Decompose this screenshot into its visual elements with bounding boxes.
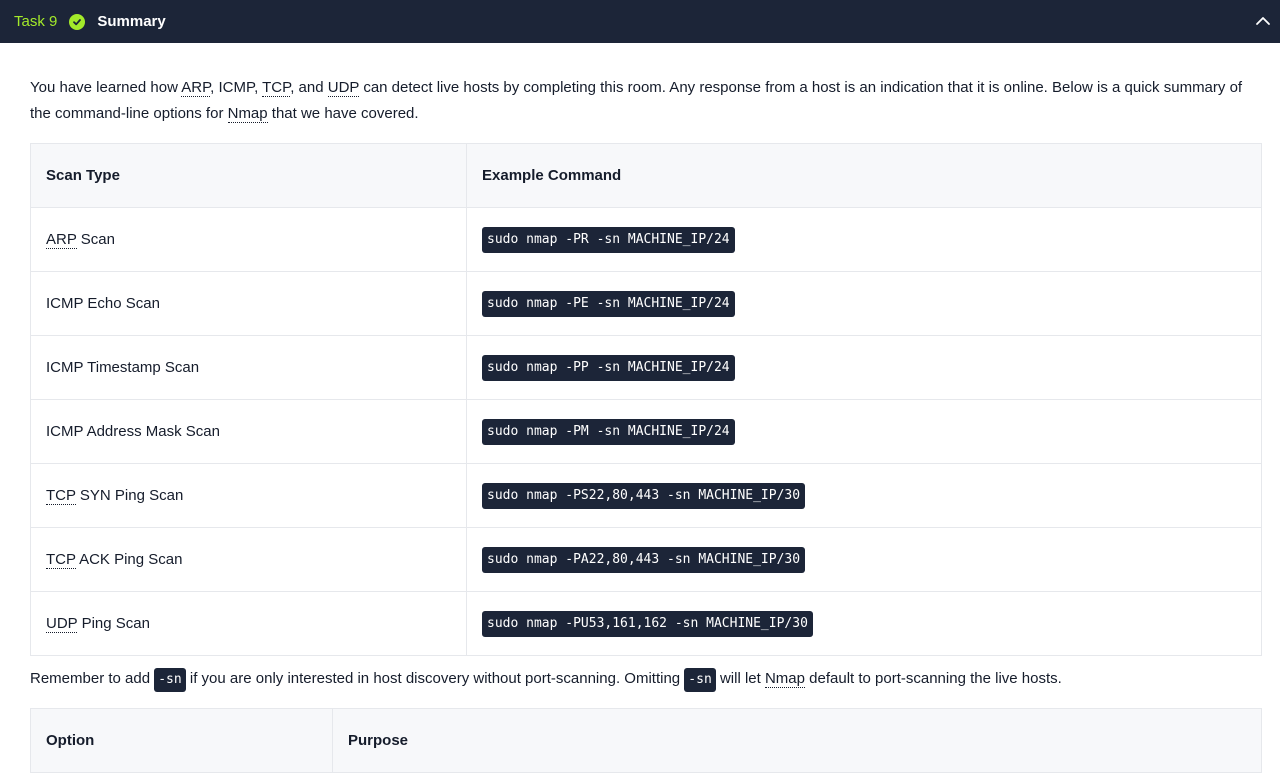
inline-code-sn: -sn [684, 668, 716, 692]
scan-type-abbr: TCP [46, 487, 76, 505]
abbr-udp: UDP [327, 79, 360, 97]
scan-summary-table: Scan Type Example Command ARP Scan sudo n… [30, 143, 1262, 656]
command-code: sudo nmap -PS22,80,443 -sn MACHINE_IP/30 [482, 482, 806, 509]
inline-code-sn: -sn [154, 668, 186, 692]
scan-type-cell: TCP SYN Ping Scan [30, 463, 467, 528]
note-text: will let [715, 670, 765, 687]
abbr-nmap: Nmap [764, 670, 805, 688]
sn-note-paragraph: Remember to add -sn if you are only inte… [30, 666, 1262, 692]
intro-text: , ICMP, [210, 79, 263, 96]
intro-text: You have learned how [30, 79, 182, 96]
intro-text: , and [290, 79, 328, 96]
scan-table-body: ARP Scan sudo nmap -PR -sn MACHINE_IP/24 I… [30, 207, 1262, 656]
note-text: default to port-scanning the live hosts. [804, 670, 1062, 687]
scan-type-label: ICMP Echo Scan [46, 295, 160, 312]
scan-type-label: Ping Scan [77, 615, 150, 632]
table-row: ICMP Echo Scan sudo nmap -PE -sn MACHINE_… [30, 271, 1262, 336]
abbr-tcp: TCP [262, 79, 291, 97]
note-text: Remember to add [30, 670, 155, 687]
table-row: ARP Scan sudo nmap -PR -sn MACHINE_IP/24 [30, 207, 1262, 272]
scan-type-label: Scan [76, 231, 115, 248]
command-code: sudo nmap -PU53,161,162 -sn MACHINE_IP/3… [482, 610, 813, 637]
table-row: UDP Ping Scan sudo nmap -PU53,161,162 -sn… [30, 591, 1262, 656]
intro-text: that we have covered. [267, 105, 419, 122]
scan-type-abbr: UDP [46, 615, 78, 633]
table-row: TCP SYN Ping Scan sudo nmap -PS22,80,443 … [30, 463, 1262, 528]
intro-paragraph: You have learned how ARP, ICMP, TCP, and… [30, 75, 1262, 127]
example-command-cell: sudo nmap -PA22,80,443 -sn MACHINE_IP/30 [466, 527, 1262, 592]
example-command-cell: sudo nmap -PE -sn MACHINE_IP/24 [466, 271, 1262, 336]
example-command-cell: sudo nmap -PM -sn MACHINE_IP/24 [466, 399, 1262, 464]
command-code: sudo nmap -PE -sn MACHINE_IP/24 [482, 290, 735, 317]
scan-type-abbr: ARP [46, 231, 77, 249]
scan-type-label: ICMP Timestamp Scan [46, 359, 200, 376]
table-row: ICMP Address Mask Scan sudo nmap -PM -sn … [30, 399, 1262, 464]
table-row: TCP ACK Ping Scan sudo nmap -PA22,80,443 … [30, 527, 1262, 592]
scan-type-label: SYN Ping Scan [75, 487, 184, 504]
scan-type-cell: ICMP Timestamp Scan [30, 335, 467, 400]
chevron-up-icon[interactable] [1254, 12, 1272, 30]
option-table: Option Purpose [30, 708, 1262, 773]
abbr-nmap: Nmap [227, 105, 268, 123]
scan-type-cell: ICMP Address Mask Scan [30, 399, 467, 464]
check-circle-icon [69, 13, 86, 30]
note-text: if you are only interested in host disco… [185, 670, 685, 687]
column-header-example-command: Example Command [466, 143, 1262, 208]
example-command-cell: sudo nmap -PU53,161,162 -sn MACHINE_IP/3… [466, 591, 1262, 656]
table-header-row: Scan Type Example Command [30, 143, 1262, 208]
column-header-scan-type: Scan Type [30, 143, 467, 208]
scan-type-abbr: TCP [46, 551, 76, 569]
scan-type-cell: ARP Scan [30, 207, 467, 272]
scan-type-label: ICMP Address Mask Scan [46, 423, 220, 440]
table-header-row: Option Purpose [30, 708, 1262, 773]
example-command-cell: sudo nmap -PS22,80,443 -sn MACHINE_IP/30 [466, 463, 1262, 528]
scan-type-label: ACK Ping Scan [75, 551, 183, 568]
example-command-cell: sudo nmap -PR -sn MACHINE_IP/24 [466, 207, 1262, 272]
column-header-option: Option [30, 708, 333, 773]
command-code: sudo nmap -PM -sn MACHINE_IP/24 [482, 418, 735, 445]
command-code: sudo nmap -PR -sn MACHINE_IP/24 [482, 226, 735, 253]
example-command-cell: sudo nmap -PP -sn MACHINE_IP/24 [466, 335, 1262, 400]
scan-type-cell: TCP ACK Ping Scan [30, 527, 467, 592]
command-code: sudo nmap -PP -sn MACHINE_IP/24 [482, 354, 735, 381]
scan-type-cell: UDP Ping Scan [30, 591, 467, 656]
table-row: ICMP Timestamp Scan sudo nmap -PP -sn MAC… [30, 335, 1262, 400]
task-content: You have learned how ARP, ICMP, TCP, and… [0, 75, 1280, 773]
command-code: sudo nmap -PA22,80,443 -sn MACHINE_IP/30 [482, 546, 806, 573]
task-title: Summary [97, 13, 166, 30]
task-header[interactable]: Task 9 Summary [0, 0, 1280, 43]
scan-type-cell: ICMP Echo Scan [30, 271, 467, 336]
column-header-purpose: Purpose [332, 708, 1262, 773]
abbr-arp: ARP [181, 79, 211, 97]
task-number: Task 9 [14, 13, 58, 30]
